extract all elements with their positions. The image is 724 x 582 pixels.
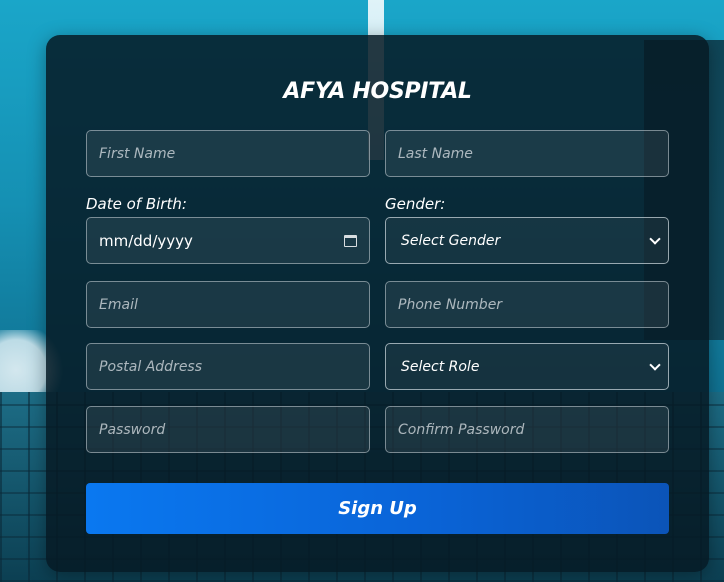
first-name-input[interactable] [86, 130, 370, 177]
confirm-password-input[interactable] [385, 406, 669, 453]
gender-select[interactable]: Select Gender [385, 217, 669, 264]
date-placeholder: mm/dd/yyyy [99, 231, 193, 250]
email-input[interactable] [86, 281, 370, 328]
dob-label: Date of Birth: [86, 195, 187, 213]
postal-address-input[interactable] [86, 343, 370, 390]
page-title: AFYA HOSPITAL [283, 79, 472, 104]
signup-card: AFYA HOSPITAL Date of Birth: Gender: mm/… [46, 35, 709, 572]
calendar-icon[interactable] [344, 234, 357, 247]
chevron-down-icon [649, 232, 661, 245]
role-select[interactable]: Select Role [385, 343, 669, 390]
last-name-input[interactable] [385, 130, 669, 177]
gender-select-value: Select Gender [401, 232, 501, 249]
password-input[interactable] [86, 406, 370, 453]
gender-label: Gender: [385, 195, 446, 213]
phone-number-input[interactable] [385, 281, 669, 328]
chevron-down-icon [649, 358, 661, 371]
role-select-value: Select Role [401, 358, 480, 375]
sign-up-button[interactable]: Sign Up [86, 483, 669, 534]
date-of-birth-input[interactable]: mm/dd/yyyy [86, 217, 370, 264]
